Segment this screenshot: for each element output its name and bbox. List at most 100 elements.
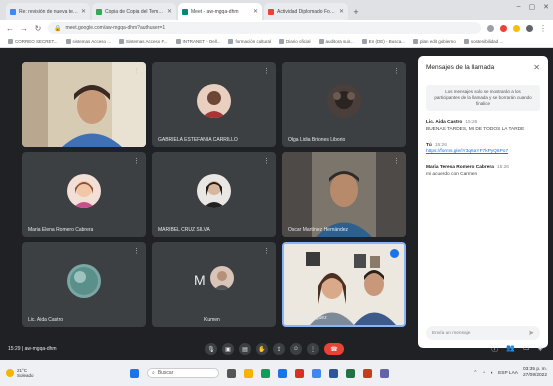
more-options-icon[interactable]: ⋮ xyxy=(307,343,319,355)
message-link[interactable]: https://forms.gle/iY3q6aYF7kPyQ6Po7 xyxy=(426,149,540,156)
extension-icon[interactable] xyxy=(487,24,494,32)
more-options-icon[interactable]: ⋮ xyxy=(263,247,270,255)
message-time: 15:26 xyxy=(465,120,478,126)
bookmark-item[interactable]: formación cultural xyxy=(228,39,271,44)
bookmark-item[interactable]: CORREO SECRET... xyxy=(8,39,58,44)
chat-icon[interactable]: ▭ xyxy=(523,344,530,354)
more-options-icon[interactable]: ⋮ xyxy=(263,67,270,75)
participant-tile[interactable]: Olga Lidia Briones Liborio ⋮ xyxy=(282,62,406,147)
bookmark-item[interactable]: Diario oficial xyxy=(278,39,311,44)
more-options-icon[interactable]: ⋮ xyxy=(393,67,400,75)
emoji-icon[interactable]: ☺ xyxy=(290,343,302,355)
extension-icon[interactable] xyxy=(513,24,520,32)
new-tab-button[interactable]: + xyxy=(350,3,362,20)
tab-close-icon[interactable]: ✕ xyxy=(81,8,86,15)
word-icon[interactable] xyxy=(329,368,338,378)
back-icon[interactable]: ← xyxy=(6,24,14,33)
camera-icon[interactable]: ▣ xyxy=(222,343,234,355)
bookmark-label: sostenibilidad ... xyxy=(470,39,504,44)
teams-icon[interactable] xyxy=(380,368,389,378)
close-icon[interactable]: ✕ xyxy=(533,63,540,72)
bookmark-label: Sistemas Acceso F... xyxy=(126,39,168,44)
bookmark-item[interactable]: sistemas Acceso ... xyxy=(65,39,111,44)
excel-icon[interactable] xyxy=(346,368,355,378)
participant-tile[interactable]: GABRIELA ESTEFANIA CARRILLO ⋮ xyxy=(152,62,276,147)
close-window-icon[interactable]: ✕ xyxy=(543,3,549,11)
bookmark-label: plan edit gobierno xyxy=(420,39,456,44)
chrome-icon[interactable] xyxy=(312,368,321,378)
bookmark-icon xyxy=(463,39,469,44)
extension-icon[interactable] xyxy=(500,24,507,32)
people-icon[interactable]: 👥 xyxy=(506,344,515,354)
reload-icon[interactable]: ↻ xyxy=(34,24,42,33)
bookmark-item[interactable]: auditora suir... xyxy=(318,39,354,44)
bookmark-item[interactable]: INTRANET - Dell... xyxy=(175,39,220,44)
edge-icon[interactable] xyxy=(278,368,287,378)
more-options-icon[interactable]: ⋮ xyxy=(133,157,140,165)
minimize-icon[interactable]: – xyxy=(517,3,521,11)
participant-tile[interactable]: M Kumen ⋮ xyxy=(152,242,276,327)
present-icon[interactable]: ⇪ xyxy=(273,343,285,355)
more-options-icon[interactable]: ⋮ xyxy=(393,157,400,165)
chat-notice: Los mensajes solo se mostrarán a los par… xyxy=(426,85,540,112)
browser-tab[interactable]: Actividad Diplomado Fortalecimie... ✕ xyxy=(264,3,348,20)
participant-tile[interactable]: ⋮ xyxy=(22,62,146,147)
language-indicator[interactable]: ESP LAA xyxy=(498,371,518,376)
participant-tile-speaking[interactable]: Lucía Rodríguez xyxy=(282,242,406,327)
info-icon[interactable]: ⓘ xyxy=(491,344,498,354)
profile-avatar[interactable] xyxy=(526,24,533,32)
participant-tile[interactable]: MARIBEL CRUZ SILVA ⋮ xyxy=(152,152,276,237)
participant-tile[interactable]: Oscar Martínez Hernández ⋮ xyxy=(282,152,406,237)
speaking-indicator-icon xyxy=(390,249,399,258)
chat-message: Lic. Aida Castro 15:26 BUENAS TARDES, MI … xyxy=(426,120,540,133)
weather-widget[interactable]: 21°C Soleado xyxy=(6,368,34,379)
sun-icon xyxy=(6,369,14,377)
captions-icon[interactable]: ▤ xyxy=(239,343,251,355)
maximize-icon[interactable]: ▢ xyxy=(529,3,536,11)
participant-avatar xyxy=(197,84,231,118)
powerpoint-icon[interactable] xyxy=(363,368,372,378)
bookmark-item[interactable]: plan edit gobierno xyxy=(413,39,456,44)
clock[interactable]: 03:35 p. m. 27/09/2022 xyxy=(523,367,547,379)
browser-tab-active[interactable]: Meet - aw-mgqa-dhm ✕ xyxy=(178,3,262,20)
participant-video xyxy=(22,62,146,147)
file-explorer-icon[interactable] xyxy=(244,368,253,378)
app-icon[interactable] xyxy=(261,368,270,378)
windows-start-icon[interactable] xyxy=(130,368,139,378)
meeting-info: 15:29 | aw-mgqa-dhm xyxy=(8,346,57,352)
tab-close-icon[interactable]: ✕ xyxy=(339,8,344,15)
browser-tab[interactable]: Re: revisión de nueva tema para ... ✕ xyxy=(6,3,90,20)
volume-icon[interactable]: ◖ xyxy=(490,371,493,376)
participant-video xyxy=(284,244,404,325)
forward-icon[interactable]: → xyxy=(20,24,28,33)
bookmark-item[interactable]: sostenibilidad ... xyxy=(463,39,504,44)
send-icon[interactable]: ➤ xyxy=(528,329,534,337)
bookmark-icon xyxy=(228,39,234,44)
app-icon[interactable] xyxy=(295,368,304,378)
tab-close-icon[interactable]: ✕ xyxy=(167,8,172,15)
task-view-icon[interactable] xyxy=(227,368,236,378)
more-options-icon[interactable]: ⋮ xyxy=(133,67,140,75)
participant-tile[interactable]: Maria Elena Romero Cabrera ⋮ xyxy=(22,152,146,237)
windows-taskbar: 21°C Soleado ⌕ Buscar ⌃ ◔ ◖ ESP LAA 03:3… xyxy=(0,360,553,386)
bookmark-item[interactable]: Sistemas Acceso F... xyxy=(119,39,168,44)
call-controls: 🎙 ▣ ▤ ✋ ⇪ ☺ ⋮ ☎ xyxy=(205,343,344,355)
participant-tile[interactable]: Lic. Aida Castro ⋮ xyxy=(22,242,146,327)
bookmark-item[interactable]: En (DE) - Busca... xyxy=(361,39,405,44)
bookmark-icon xyxy=(278,39,284,44)
tab-close-icon[interactable]: ✕ xyxy=(253,8,258,15)
taskbar-search[interactable]: ⌕ Buscar xyxy=(147,368,219,378)
browser-tab[interactable]: Copia de Copia del Tema en cur... ✕ xyxy=(92,3,176,20)
more-options-icon[interactable]: ⋮ xyxy=(263,157,270,165)
leave-call-button[interactable]: ☎ xyxy=(324,343,344,355)
message-time: 15:26 xyxy=(434,142,447,148)
url-field[interactable]: 🔒 meet.google.com/aw-mgqa-dhm?authuser=1 xyxy=(48,22,481,34)
microphone-icon[interactable]: 🎙 xyxy=(205,343,217,355)
browser-menu-icon[interactable]: ⋮ xyxy=(539,24,547,33)
url-text: meet.google.com/aw-mgqa-dhm?authuser=1 xyxy=(65,25,166,31)
raise-hand-icon[interactable]: ✋ xyxy=(256,343,268,355)
activities-icon[interactable]: ◈ xyxy=(538,344,543,354)
wifi-icon[interactable]: ◔ xyxy=(482,371,485,376)
chevron-up-icon[interactable]: ⌃ xyxy=(473,371,477,376)
more-options-icon[interactable]: ⋮ xyxy=(133,247,140,255)
